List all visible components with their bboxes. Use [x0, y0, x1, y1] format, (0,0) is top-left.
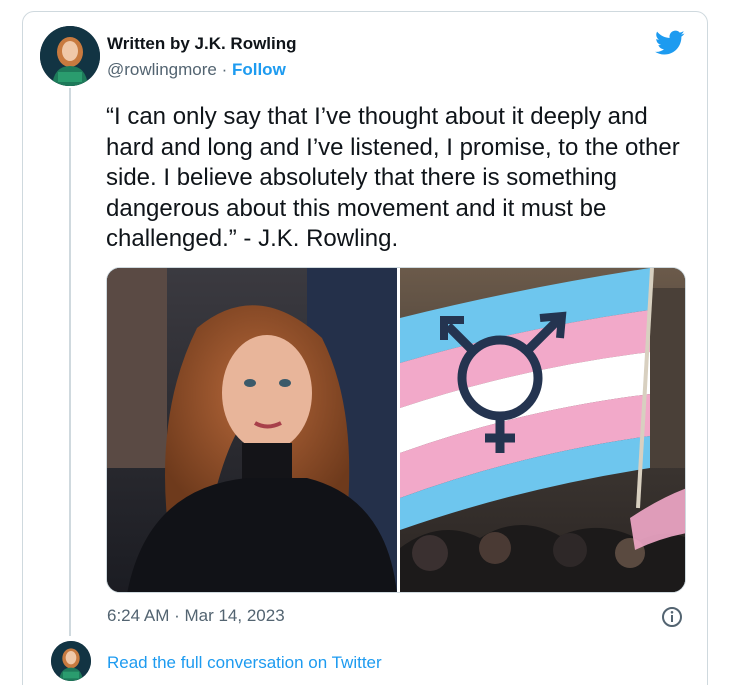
- handle-separator: ·: [216, 60, 232, 79]
- author-handle-line: @rowlingmore · Follow: [107, 60, 286, 80]
- thread-line: [69, 88, 71, 636]
- author-name[interactable]: Written by J.K. Rowling: [107, 34, 297, 54]
- tweet-media[interactable]: [106, 267, 686, 593]
- avatar-image: [40, 26, 100, 86]
- read-conversation-link[interactable]: Read the full conversation on Twitter: [107, 653, 382, 673]
- author-avatar[interactable]: [40, 26, 100, 86]
- transgender-pride-flag-photo[interactable]: [400, 268, 685, 592]
- tweet-timestamp[interactable]: 6:24 AM · Mar 14, 2023: [107, 606, 285, 626]
- tweet-text: “I can only say that I’ve thought about …: [106, 103, 680, 252]
- info-icon[interactable]: [661, 606, 683, 628]
- portrait-photo[interactable]: [107, 268, 397, 592]
- twitter-bird-icon[interactable]: [655, 30, 685, 56]
- follow-button[interactable]: Follow: [232, 60, 286, 79]
- avatar-image: [51, 641, 91, 681]
- reply-avatar[interactable]: [51, 641, 91, 681]
- author-handle[interactable]: @rowlingmore: [107, 60, 217, 79]
